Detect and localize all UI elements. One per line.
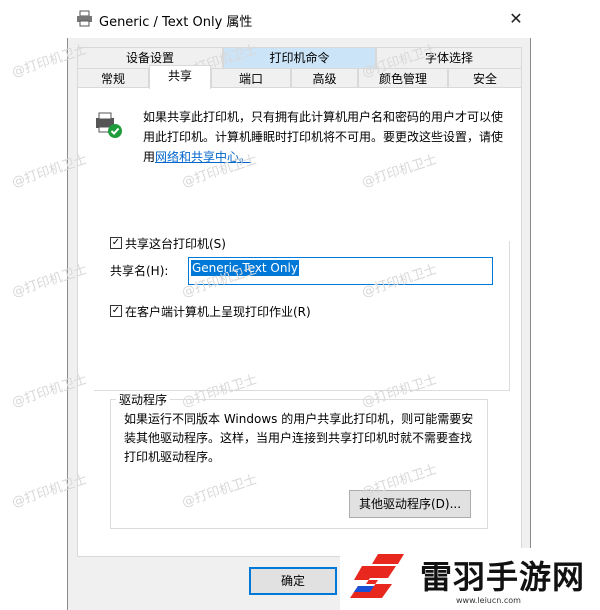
share-printer-label: 共享这台打印机(S)	[125, 235, 229, 252]
drivers-group-title: 驱动程序	[116, 391, 171, 408]
tab-color-management[interactable]: 颜色管理	[358, 68, 448, 89]
tab-font-selection[interactable]: 字体选择	[376, 47, 522, 68]
tab-sharing[interactable]: 共享	[149, 65, 211, 89]
sharing-info-text: 如果共享此打印机，只有拥有此计算机用户名和密码的用户才可以使用此打印机。计算机睡…	[143, 107, 513, 167]
shared-printer-icon	[94, 112, 124, 140]
drivers-info-text: 如果运行不同版本 Windows 的用户共享此打印机，则可能需要安装其他驱动程序…	[124, 412, 474, 464]
network-sharing-center-link[interactable]: 网络和共享中心。	[155, 150, 251, 164]
share-name-label: 共享名(H):	[110, 264, 169, 278]
brand-url: www.leiucn.com	[456, 596, 521, 605]
printer-title-icon	[76, 10, 93, 27]
tab-general[interactable]: 常规	[77, 68, 149, 89]
share-name-value: Generic Text Only	[191, 260, 299, 276]
brand-logo-icon	[348, 552, 412, 602]
tab-security[interactable]: 安全	[448, 68, 522, 89]
share-printer-checkbox[interactable]: ✓	[110, 237, 122, 249]
close-icon[interactable]: ✕	[505, 8, 527, 30]
additional-drivers-button[interactable]: 其他驱动程序(D)...	[349, 490, 471, 518]
tab-printer-commands[interactable]: 打印机命令	[223, 47, 376, 68]
ok-button[interactable]: 确定	[249, 567, 337, 595]
tab-advanced[interactable]: 高级	[291, 68, 358, 89]
window-title: Generic / Text Only 属性	[99, 15, 253, 30]
render-jobs-label: 在客户端计算机上呈现打印作业(R)	[125, 305, 311, 319]
render-jobs-checkbox[interactable]: ✓	[110, 305, 122, 317]
brand-name: 雷羽手游网	[420, 558, 586, 596]
tab-ports[interactable]: 端口	[211, 68, 291, 89]
